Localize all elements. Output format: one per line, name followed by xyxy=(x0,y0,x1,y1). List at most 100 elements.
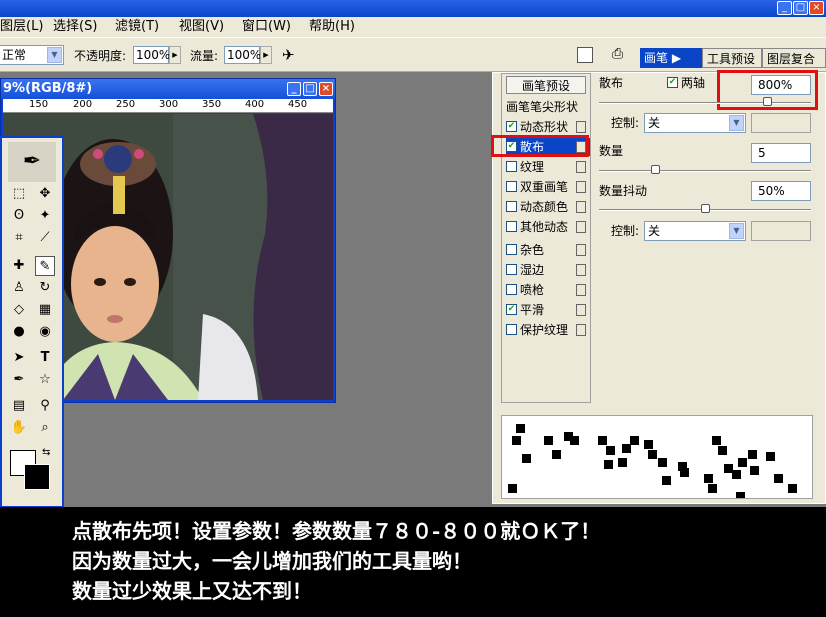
marquee-icon[interactable]: ⬚ xyxy=(9,184,29,204)
menu-layer[interactable]: 图层(L) xyxy=(0,19,43,35)
background-color-swatch[interactable] xyxy=(24,464,50,490)
flow-label: 流量: xyxy=(190,49,219,63)
magic-wand-icon[interactable]: ✦ xyxy=(35,206,55,226)
count-slider-knob[interactable] xyxy=(651,165,660,174)
lock-icon[interactable] xyxy=(576,121,586,133)
checkbox[interactable] xyxy=(506,181,517,192)
count-jitter-input[interactable]: 50% xyxy=(751,181,811,201)
doc-close-icon[interactable]: × xyxy=(319,82,333,96)
option-wet-edges[interactable]: 湿边 xyxy=(506,261,590,279)
option-label: 杂色 xyxy=(520,243,545,257)
dodge-icon[interactable]: ◉ xyxy=(35,322,55,342)
flow-arrow-icon[interactable]: ▶ xyxy=(260,46,272,64)
opacity-arrow-icon[interactable]: ▶ xyxy=(169,46,181,64)
minimize-icon[interactable]: _ xyxy=(777,1,792,15)
lock-icon[interactable] xyxy=(576,161,586,173)
lock-icon[interactable] xyxy=(576,264,586,276)
checkbox[interactable] xyxy=(506,161,517,172)
ruler-tick: 350 xyxy=(202,99,222,110)
printer-icon[interactable]: ⎙ xyxy=(612,46,630,64)
doc-maximize-icon[interactable]: □ xyxy=(303,82,317,96)
zoom-icon[interactable]: ⌕ xyxy=(35,418,55,438)
option-airbrush[interactable]: 喷枪 xyxy=(506,281,590,299)
doc-minimize-icon[interactable]: _ xyxy=(287,82,301,96)
option-shape-dynamics[interactable]: ✔ 动态形状 xyxy=(506,118,590,136)
brush-stroke-preview xyxy=(501,415,813,499)
palette-well-icon[interactable] xyxy=(577,47,593,63)
lock-icon[interactable] xyxy=(576,304,586,316)
checkbox[interactable]: ✔ xyxy=(506,121,517,132)
option-noise[interactable]: 杂色 xyxy=(506,241,590,259)
opacity-value: 100% xyxy=(136,48,171,62)
lock-icon[interactable] xyxy=(576,201,586,213)
ruler-tick: 300 xyxy=(159,99,179,110)
opacity-input[interactable]: 100% xyxy=(133,46,171,64)
move-icon[interactable]: ✥ xyxy=(35,184,55,204)
checkbox[interactable] xyxy=(506,324,517,335)
crop-icon[interactable]: ⌗ xyxy=(9,228,29,248)
brush-tip-shape-item[interactable]: 画笔笔尖形状 xyxy=(506,98,590,116)
lasso-icon[interactable]: ʘ xyxy=(9,206,29,226)
blur-icon[interactable]: ● xyxy=(9,322,29,342)
control2-select[interactable]: 关 ▼ xyxy=(644,221,746,241)
menu-help[interactable]: 帮助(H) xyxy=(309,19,355,35)
count-jitter-slider-knob[interactable] xyxy=(701,204,710,213)
option-texture[interactable]: 纹理 xyxy=(506,158,590,176)
option-protect-texture[interactable]: 保护纹理 xyxy=(506,321,590,339)
checkbox[interactable]: ✔ xyxy=(506,304,517,315)
toolbox: ✒ ⬚ ✥ ʘ ✦ ⌗ ⟋ ✚ ✎ ♙ ↻ ◇ ▦ ● ◉ ➤ T ✒ ☆ ▤ … xyxy=(0,136,64,508)
option-label: 平滑 xyxy=(520,303,545,317)
clone-stamp-icon[interactable]: ♙ xyxy=(9,278,29,298)
maximize-icon[interactable]: □ xyxy=(793,1,808,15)
close-icon[interactable]: × xyxy=(809,1,824,15)
history-brush-icon[interactable]: ↻ xyxy=(35,278,55,298)
checkbox[interactable] xyxy=(506,221,517,232)
count-slider-track[interactable] xyxy=(599,170,811,172)
scatter-slider-track[interactable] xyxy=(599,102,811,104)
both-axes-checkbox[interactable]: ✔ xyxy=(667,77,678,88)
lock-icon[interactable] xyxy=(576,244,586,256)
type-icon[interactable]: T xyxy=(35,348,55,368)
notes-icon[interactable]: ▤ xyxy=(9,396,29,416)
checkbox[interactable] xyxy=(506,284,517,295)
swap-colors-icon[interactable]: ⇆ xyxy=(42,447,50,458)
lock-icon[interactable] xyxy=(576,181,586,193)
count-input[interactable]: 5 xyxy=(751,143,811,163)
menu-select[interactable]: 选择(S) xyxy=(53,19,97,35)
pen-icon[interactable]: ✒ xyxy=(9,370,29,390)
healing-brush-icon[interactable]: ✚ xyxy=(9,256,29,276)
menu-filter[interactable]: 滤镜(T) xyxy=(115,19,159,35)
checkbox[interactable] xyxy=(506,244,517,255)
flow-input[interactable]: 100% xyxy=(224,46,261,64)
lock-icon[interactable] xyxy=(576,324,586,336)
eyedropper-icon[interactable]: ⚲ xyxy=(35,396,55,416)
option-label: 动态形状 xyxy=(520,120,569,134)
document-title-bar[interactable]: 9%(RGB/8#) _ □ × xyxy=(1,79,335,99)
menu-view[interactable]: 视图(V) xyxy=(179,19,224,35)
airbrush-icon[interactable]: ✈ xyxy=(282,46,304,66)
menu-window[interactable]: 窗口(W) xyxy=(242,19,291,35)
scatter-slider-knob[interactable] xyxy=(763,97,772,106)
brush-presets-button[interactable]: 画笔预设 xyxy=(506,76,586,94)
tab-brushes[interactable]: 画笔 ▶ xyxy=(640,48,702,68)
control-select[interactable]: 关 ▼ xyxy=(644,113,746,133)
control-label: 控制: xyxy=(611,116,640,130)
checkbox[interactable] xyxy=(506,201,517,212)
hand-icon[interactable]: ✋ xyxy=(9,418,29,438)
gradient-icon[interactable]: ▦ xyxy=(35,300,55,320)
eraser-icon[interactable]: ◇ xyxy=(9,300,29,320)
lock-icon[interactable] xyxy=(576,221,586,233)
shape-icon[interactable]: ☆ xyxy=(35,370,55,390)
mode-select[interactable]: 正常 ▼ xyxy=(0,45,64,65)
tab-tool-presets[interactable]: 工具预设 xyxy=(702,48,762,68)
option-smoothing[interactable]: ✔ 平滑 xyxy=(506,301,590,319)
lock-icon[interactable] xyxy=(576,284,586,296)
option-dual-brush[interactable]: 双重画笔 xyxy=(506,178,590,196)
option-color-dynamics[interactable]: 动态颜色 xyxy=(506,198,590,216)
path-select-icon[interactable]: ➤ xyxy=(9,348,29,368)
tab-layer-comps[interactable]: 图层复合 xyxy=(762,48,826,68)
brush-icon[interactable]: ✎ xyxy=(35,256,55,276)
slice-icon[interactable]: ⟋ xyxy=(35,228,55,248)
option-other-dynamics[interactable]: 其他动态 xyxy=(506,218,590,236)
checkbox[interactable] xyxy=(506,264,517,275)
